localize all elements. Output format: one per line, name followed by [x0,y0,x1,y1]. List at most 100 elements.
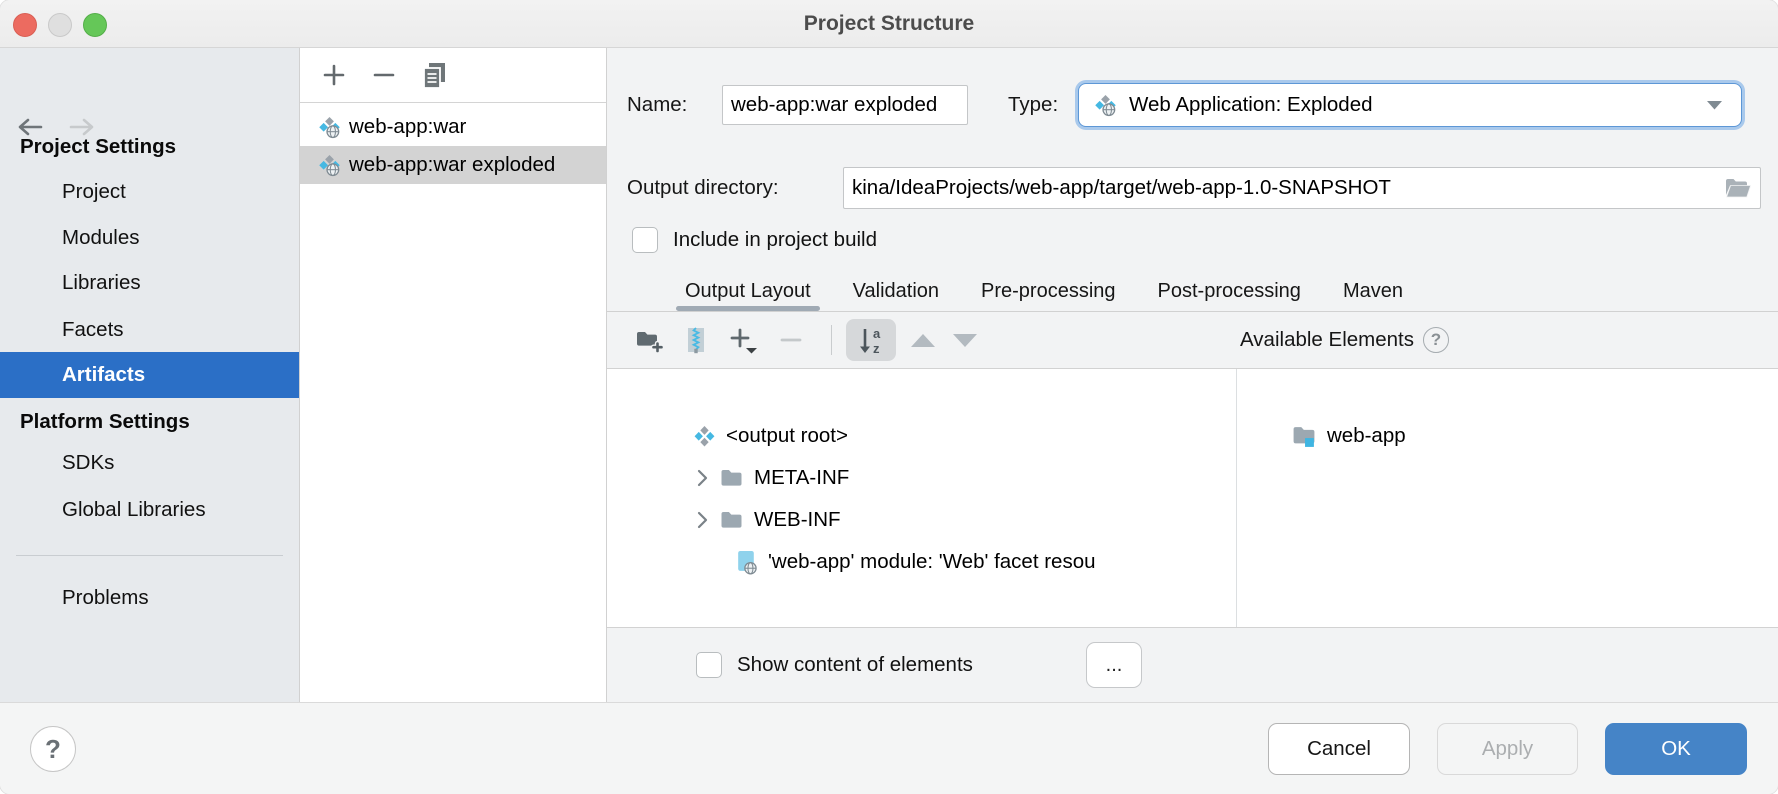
minus-disabled-icon [779,328,803,352]
tree-item-label: META-INF [754,466,849,490]
sidebar-item-modules[interactable]: Modules [0,218,299,258]
archive-zipper-icon [685,327,707,354]
copy-icon [422,62,447,89]
artifact-name: web-app:war [349,115,466,139]
help-icon[interactable]: ? [1423,327,1449,353]
section-header-project-settings: Project Settings [0,127,299,167]
tab-validation[interactable]: Validation [844,272,948,311]
tab-pre-processing[interactable]: Pre-processing [972,272,1125,311]
open-folder-icon [1724,176,1752,199]
available-element-web-app[interactable]: web-app [1237,415,1778,457]
tree-row-meta-inf[interactable]: META-INF [607,457,1236,499]
sidebar-item-project[interactable]: Project [0,172,299,212]
sidebar-item-problems[interactable]: Problems [0,578,299,618]
editor-tabs: Output Layout Validation Pre-processing … [676,272,1412,311]
output-directory-label: Output directory: [627,167,779,209]
artifact-editor-panel: Name: Type: Web Application: Exploded Ou… [607,48,1778,702]
minus-icon [372,63,396,87]
create-archive-button[interactable] [685,327,707,354]
tree-row-output-root[interactable]: <output root> [607,415,1236,457]
artifact-list: web-app:war web-app:war exploded [300,108,606,184]
tree-row-web-inf[interactable]: WEB-INF [607,499,1236,541]
show-content-row: Show content of elements ... [607,628,1778,702]
include-in-build-row: Include in project build [632,227,877,253]
artifacts-list-panel: web-app:war web-app:war exploded [300,48,607,702]
artifact-list-item-selected[interactable]: web-app:war exploded [300,146,606,184]
chevron-down-icon [1706,100,1723,110]
module-folder-icon [1291,424,1317,449]
help-button[interactable]: ? [30,726,76,772]
artifact-list-item[interactable]: web-app:war [300,108,606,146]
sidebar-item-global-libraries[interactable]: Global Libraries [0,490,299,530]
layout-content: <output root> META-INF WEB-INF [607,368,1778,628]
dialog-footer: ? Cancel Apply OK [0,702,1778,794]
include-in-build-label: Include in project build [673,228,877,252]
svg-text:a: a [873,326,881,341]
show-content-checkbox[interactable] [696,652,722,678]
folder-icon [719,467,744,489]
copy-artifact-button[interactable] [422,62,447,89]
tab-post-processing[interactable]: Post-processing [1149,272,1310,311]
move-down-button [952,333,978,348]
available-elements-title: Available Elements [1240,328,1414,352]
folder-icon [719,509,744,531]
remove-artifact-button[interactable] [372,63,396,87]
add-element-button[interactable] [729,327,759,354]
artifact-name: web-app:war exploded [349,153,555,177]
include-in-build-checkbox[interactable] [632,227,658,253]
tree-item-label: 'web-app' module: 'Web' facet resou [768,550,1096,574]
output-directory-input[interactable] [843,167,1761,209]
create-directory-button[interactable] [636,328,663,353]
ok-button[interactable]: OK [1605,723,1747,775]
chevron-right-icon[interactable] [695,468,709,488]
type-value: Web Application: Exploded [1129,93,1694,117]
add-artifact-button[interactable] [322,63,346,87]
chevron-right-icon[interactable] [695,510,709,530]
toolbar-separator [831,325,832,355]
apply-button: Apply [1437,723,1578,775]
sidebar-item-libraries[interactable]: Libraries [0,263,299,303]
tree-row-web-facet-resources[interactable]: 'web-app' module: 'Web' facet resou [607,541,1236,583]
browse-folder-button[interactable] [1724,176,1752,204]
cancel-button[interactable]: Cancel [1268,723,1410,775]
available-elements-panel: web-app [1237,369,1778,627]
web-facet-resources-icon [735,550,758,575]
sidebar-item-facets[interactable]: Facets [0,310,299,350]
svg-text:z: z [873,341,880,355]
move-up-button [910,333,936,348]
sort-az-icon: a z [856,325,886,355]
artifact-root-icon [693,425,716,448]
tab-maven[interactable]: Maven [1334,272,1412,311]
type-label: Type: [1008,84,1058,126]
output-directory-field [843,167,1761,209]
artifact-type-dropdown[interactable]: Web Application: Exploded [1078,83,1742,127]
layout-toolbar: a z [607,312,978,368]
settings-sidebar: Project Settings Project Modules Librari… [0,48,300,702]
tab-output-layout[interactable]: Output Layout [676,272,820,311]
new-folder-icon [636,328,663,353]
available-elements-header: Available Elements ? [1240,312,1449,368]
plus-dropdown-icon [729,327,759,354]
name-label: Name: [627,84,687,126]
tree-item-label: WEB-INF [754,508,841,532]
triangle-up-icon [910,333,936,348]
available-element-label: web-app [1327,424,1406,448]
output-layout-tree: <output root> META-INF WEB-INF [607,369,1237,627]
triangle-down-icon [952,333,978,348]
sidebar-divider [16,555,283,556]
project-structure-dialog: Project Structure Project Settings Proje… [0,0,1778,794]
sort-alphabetically-button[interactable]: a z [846,319,896,361]
more-options-button[interactable]: ... [1086,642,1142,688]
web-artifact-icon [318,116,341,139]
sidebar-item-sdks[interactable]: SDKs [0,443,299,483]
remove-element-button [779,328,803,352]
sidebar-item-artifacts[interactable]: Artifacts [0,352,299,398]
artifact-name-input[interactable] [722,85,968,125]
tree-item-label: <output root> [726,424,848,448]
window-title: Project Structure [0,0,1778,48]
action-buttons: Cancel Apply OK [1268,723,1747,775]
web-artifact-icon [318,154,341,177]
web-artifact-icon [1094,94,1117,117]
section-header-platform-settings: Platform Settings [0,402,299,442]
plus-icon [322,63,346,87]
